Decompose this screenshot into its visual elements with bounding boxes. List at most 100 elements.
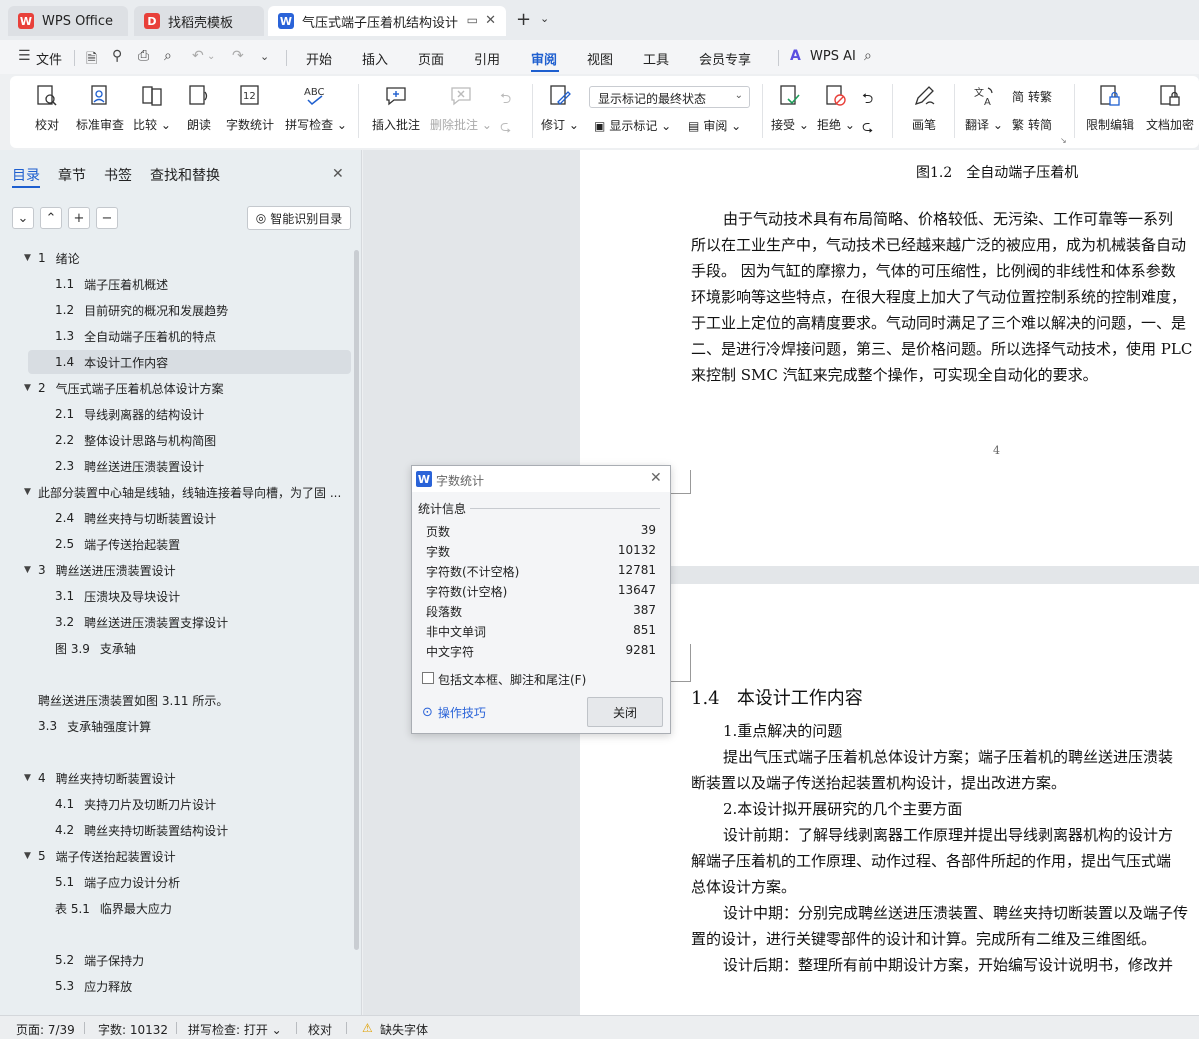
toc-item[interactable]: 此部分装置中心轴是线轴，线轴连接着导向槽，为了固 ... xyxy=(38,480,351,504)
nav-tab-chapter[interactable]: 章节 xyxy=(58,165,86,185)
print-preview-icon[interactable]: ⌕ xyxy=(164,48,172,64)
pen-button[interactable]: 画笔 xyxy=(904,80,944,140)
toc-item[interactable]: 1 绪论 xyxy=(38,246,351,270)
menu-references[interactable]: 引用 xyxy=(474,49,500,68)
show-markup-button[interactable]: ▣ 显示标记 ⌄ xyxy=(594,117,671,134)
toc-item[interactable]: 2.2 整体设计思路与机构简图 xyxy=(55,428,351,452)
delete-comment-button[interactable]: 删除批注 ⌄ xyxy=(430,80,492,140)
collapse-down-button[interactable]: ⌄ xyxy=(12,207,34,229)
more-chevron-icon[interactable]: ⌄ xyxy=(260,50,269,63)
toc-item[interactable]: 5 端子传送抬起装置设计 xyxy=(38,844,351,868)
word-count-button[interactable]: 12 字数统计 xyxy=(224,80,276,140)
scrollbar[interactable] xyxy=(354,250,359,950)
reject-button[interactable]: 拒绝 ⌄ xyxy=(816,80,856,140)
chevron-down-icon[interactable]: ⌄ xyxy=(540,12,549,25)
menu-view[interactable]: 视图 xyxy=(587,49,613,68)
doc-encrypt-button[interactable]: 文档加密 xyxy=(1142,80,1198,140)
menu-review[interactable]: 审阅 xyxy=(531,49,557,68)
close-icon[interactable]: ✕ xyxy=(485,13,496,28)
menu-home[interactable]: 开始 xyxy=(306,49,332,68)
redo-icon[interactable]: ↷ xyxy=(232,48,244,64)
toc-item[interactable]: 4.2 聘丝夹持切断装置结构设计 xyxy=(55,818,351,842)
markup-state-select[interactable]: 显示标记的最终状态 ⌄ xyxy=(589,86,750,108)
dialog-titlebar[interactable]: W 字数统计 ✕ xyxy=(412,466,670,492)
menu-page[interactable]: 页面 xyxy=(418,49,444,68)
proofread-button[interactable]: 校对 xyxy=(30,80,64,140)
menu-tools[interactable]: 工具 xyxy=(643,49,669,68)
toc-item[interactable]: 3.2 聘丝送进压溃装置支撑设计 xyxy=(55,610,351,634)
toc-item[interactable]: 2.3 聘丝送进压溃装置设计 xyxy=(55,454,351,478)
toc-item[interactable]: 1.2 目前研究的概况和发展趋势 xyxy=(55,298,351,322)
toc-item[interactable]: 5.3 应力释放 xyxy=(55,974,351,998)
nav-tab-bookmark[interactable]: 书签 xyxy=(104,165,132,185)
previous-change-icon[interactable]: ⮌ xyxy=(862,88,873,112)
status-word-count[interactable]: 字数: 10132 xyxy=(98,1021,168,1038)
menu-wps-ai[interactable]: WPS AI xyxy=(810,49,856,64)
toc-item[interactable]: 3 聘丝送进压溃装置设计 xyxy=(38,558,351,582)
translate-button[interactable]: 文A 翻译 ⌄ xyxy=(962,80,1006,140)
review-pane-button[interactable]: ▤ 审阅 ⌄ xyxy=(688,117,741,134)
menu-member[interactable]: 会员专享 xyxy=(699,49,751,68)
close-icon[interactable]: ✕ xyxy=(332,166,344,182)
insert-comment-button[interactable]: 插入批注 xyxy=(370,80,422,140)
monitor-icon[interactable]: ▭ xyxy=(467,13,478,27)
read-aloud-button[interactable]: 朗读 xyxy=(182,80,216,140)
toc-item[interactable]: 4.1 夹持刀片及切断刀片设计 xyxy=(55,792,351,816)
chevron-down-icon[interactable]: ⌄ xyxy=(207,51,215,62)
to-traditional-button[interactable]: 简转繁 xyxy=(1012,88,1052,105)
next-comment-icon[interactable]: ⮎ xyxy=(500,116,511,140)
toc-item[interactable]: 5.1 端子应力设计分析 xyxy=(55,870,351,894)
status-page[interactable]: 页面: 7/39 xyxy=(16,1021,75,1038)
menu-file[interactable]: 文件 xyxy=(36,49,62,68)
new-tab-icon[interactable]: + xyxy=(516,9,531,30)
previous-comment-icon[interactable]: ⮌ xyxy=(500,88,511,112)
toc-item[interactable]: 1.3 全自动端子压着机的特点 xyxy=(55,324,351,348)
nav-tab-find-replace[interactable]: 查找和替换 xyxy=(150,165,220,185)
undo-icon[interactable]: ↶ xyxy=(192,48,204,64)
expand-arrow-icon[interactable]: ▼ xyxy=(24,253,31,263)
remove-heading-button[interactable]: − xyxy=(96,207,118,229)
status-spell-check[interactable]: 拼写检查: 打开 ⌄ xyxy=(188,1021,282,1038)
search-icon[interactable]: ⌕ xyxy=(864,48,872,64)
smart-toc-button[interactable]: ◎ 智能识别目录 xyxy=(247,206,351,230)
include-footnotes-checkbox[interactable] xyxy=(422,672,434,684)
to-simplified-button[interactable]: 繁转简 xyxy=(1012,116,1052,133)
expand-arrow-icon[interactable]: ▼ xyxy=(24,383,31,393)
close-button[interactable]: 关闭 xyxy=(587,697,663,727)
close-icon[interactable]: ✕ xyxy=(650,470,662,486)
toc-item[interactable]: 2 气压式端子压着机总体设计方案 xyxy=(38,376,351,400)
toc-item[interactable]: 1.1 端子压着机概述 xyxy=(55,272,351,296)
expand-arrow-icon[interactable]: ▼ xyxy=(24,851,31,861)
nav-tab-toc[interactable]: 目录 xyxy=(12,165,40,185)
expand-arrow-icon[interactable]: ▼ xyxy=(24,565,31,575)
revise-button[interactable]: 修订 ⌄ xyxy=(540,80,580,140)
toc-item[interactable]: 4 聘丝夹持切断装置设计 xyxy=(38,766,351,790)
toc-item[interactable]: 表 5.1 临界最大应力 xyxy=(55,896,351,920)
toc-item[interactable]: 2.4 聘丝夹持与切断装置设计 xyxy=(55,506,351,530)
tab-docer[interactable]: D 找稻壳模板 xyxy=(134,6,264,36)
collapse-up-button[interactable]: ⌃ xyxy=(40,207,62,229)
share-icon[interactable]: ⚲ xyxy=(112,48,122,64)
compare-button[interactable]: 比较 ⌄ xyxy=(132,80,172,140)
expand-arrow-icon[interactable]: ▼ xyxy=(24,487,31,497)
restrict-edit-button[interactable]: 限制编辑 xyxy=(1082,80,1138,140)
save-icon[interactable]: 🗎 xyxy=(86,48,97,72)
toc-item[interactable]: 5.2 端子保持力 xyxy=(55,948,351,972)
toc-item[interactable]: 2.5 端子传送抬起装置 xyxy=(55,532,351,556)
toc-item[interactable]: 3.3 支承轴强度计算 xyxy=(38,714,351,738)
toc-item[interactable]: 聘丝送进压溃装置如图 3.11 所示。 xyxy=(38,688,351,712)
spell-check-button[interactable]: ABC 拼写检查 ⌄ xyxy=(285,80,347,140)
toc-item[interactable]: 图 3.9 支承轴 xyxy=(55,636,351,660)
toc-item[interactable]: 1.4 本设计工作内容 xyxy=(28,350,351,374)
add-heading-button[interactable]: + xyxy=(68,207,90,229)
print-icon[interactable]: ⎙ xyxy=(138,48,149,64)
tab-wps-office[interactable]: W WPS Office xyxy=(8,6,128,36)
status-proofread[interactable]: 校对 xyxy=(308,1021,332,1038)
toc-item[interactable]: 2.1 导线剥离器的结构设计 xyxy=(55,402,351,426)
expand-arrow-icon[interactable]: ▼ xyxy=(24,773,31,783)
standard-review-button[interactable]: 标准审查 xyxy=(74,80,126,140)
accept-button[interactable]: 接受 ⌄ xyxy=(770,80,810,140)
next-change-icon[interactable]: ⮎ xyxy=(862,116,873,140)
status-missing-font[interactable]: 缺失字体 xyxy=(380,1021,428,1038)
toc-item[interactable]: 3.1 压溃块及导块设计 xyxy=(55,584,351,608)
